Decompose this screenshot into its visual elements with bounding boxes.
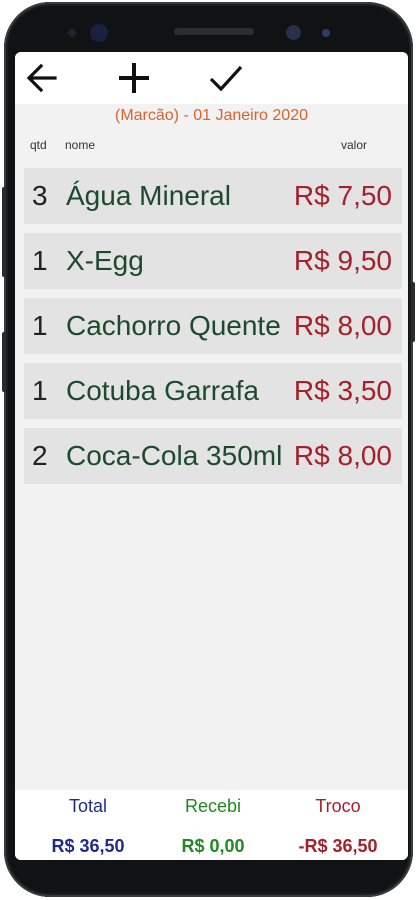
item-value: R$ 9,50 (293, 245, 392, 276)
recebi-label: Recebi (184, 796, 242, 816)
totals-footer: Total Recebi Troco R$ 36,50 R$ 0,00 -R$ … (15, 790, 408, 860)
list-item[interactable]: 1 Cachorro Quente R$ 8,00 (24, 298, 402, 354)
item-name: Coca-Cola 350ml (66, 440, 283, 471)
header-qtd: qtd (30, 138, 47, 152)
date-title: (Marcão) - 01 Janeiro 2020 (115, 107, 308, 124)
item-name: Água Mineral (66, 180, 231, 211)
item-qtd: 1 (32, 375, 48, 406)
troco-value: -R$ 36,50 (298, 836, 378, 856)
list-header: qtd nome valor (15, 138, 408, 156)
earpiece-speaker (174, 28, 254, 35)
item-name: Cotuba Garrafa (66, 375, 259, 406)
front-camera-icon (286, 25, 301, 40)
list-item[interactable]: 1 Cotuba Garrafa R$ 3,50 (24, 363, 402, 419)
item-value: R$ 8,00 (293, 310, 392, 341)
item-list: 3 Água Mineral R$ 7,50 1 X-Egg R$ 9,50 1… (24, 168, 402, 493)
volume-button (2, 187, 6, 277)
list-item[interactable]: 2 Coca-Cola 350ml R$ 8,00 (24, 428, 402, 484)
recebi-value[interactable]: R$ 0,00 (153, 836, 273, 857)
total-value: R$ 36,50 (51, 836, 125, 856)
camera-lens-icon (90, 24, 108, 42)
header-nome: nome (65, 138, 96, 152)
check-icon[interactable] (206, 58, 246, 98)
list-item[interactable]: 1 X-Egg R$ 9,50 (24, 233, 402, 289)
item-name: Cachorro Quente (66, 310, 281, 341)
header-valor: valor (341, 138, 368, 152)
item-qtd: 1 (32, 310, 48, 341)
item-qtd: 2 (32, 440, 48, 471)
item-value: R$ 7,50 (293, 180, 392, 211)
phone-frame: (Marcão) - 01 Janeiro 2020 qtd nome valo… (2, 2, 415, 897)
power-button (411, 282, 415, 342)
item-qtd: 3 (32, 180, 48, 211)
total-label: Total (68, 796, 108, 816)
item-value: R$ 8,00 (293, 440, 392, 471)
app-screen: (Marcão) - 01 Janeiro 2020 qtd nome valo… (15, 52, 408, 860)
item-name: X-Egg (66, 245, 144, 276)
plus-icon[interactable] (114, 58, 154, 98)
sensor-icon (68, 29, 76, 37)
arrow-left-icon[interactable] (23, 58, 63, 98)
item-value: R$ 3,50 (293, 375, 392, 406)
bixby-button (2, 332, 6, 392)
toolbar (15, 52, 408, 104)
troco-label: Troco (315, 796, 361, 816)
list-item[interactable]: 3 Água Mineral R$ 7,50 (24, 168, 402, 224)
item-qtd: 1 (32, 245, 48, 276)
proximity-sensor-icon (322, 29, 330, 37)
